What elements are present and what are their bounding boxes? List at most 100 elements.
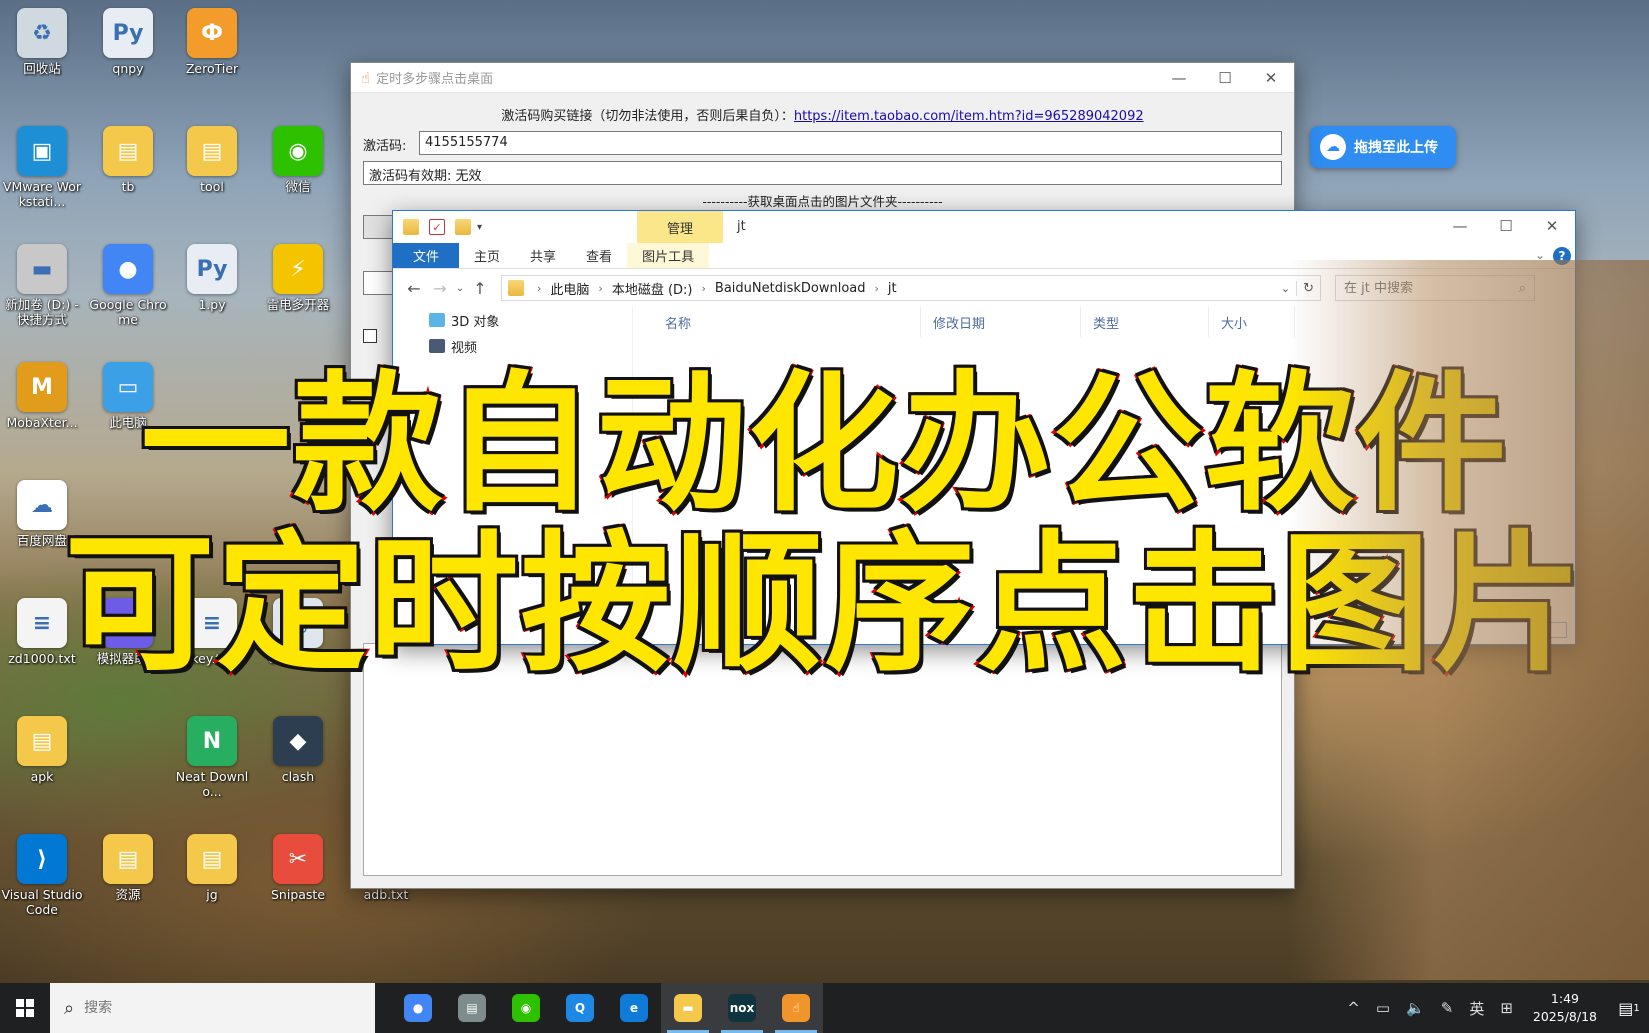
desktop-icon[interactable]: Ф ZeroTier [170,8,254,76]
wechat-icon: ◉ [512,994,540,1022]
properties-icon[interactable]: ✓ [429,219,445,235]
explorer-titlebar[interactable]: ✓ ▾ 管理 jt — ☐ ✕ [393,211,1575,243]
nav-item-videos[interactable]: 视频 [393,333,632,359]
close-button[interactable]: ✕ [1248,63,1294,93]
desktop-icon[interactable]: Py 1.py [170,244,254,312]
desktop-icon-label: 回收站 [23,61,61,76]
nav-item-3d-objects[interactable]: 3D 对象 [393,307,632,333]
tab-home[interactable]: 主页 [459,243,515,268]
app-titlebar[interactable]: ☝ 定时多步骤点击桌面 — ☐ ✕ [351,63,1294,93]
notification-count: 1 [1633,1002,1640,1014]
edge-icon: e [620,994,648,1022]
forward-arrow-icon[interactable]: → [427,279,453,298]
start-button[interactable] [0,983,50,1033]
recycle-bin-icon: ♻ [17,8,67,58]
taskbar-search[interactable]: ⌕ [50,983,375,1033]
cube-icon [429,313,445,327]
chrome-icon: ● [103,244,153,294]
ribbon-expand-icon[interactable]: ⌄ [1535,248,1545,262]
desktop-icon-label: 新加卷 (D:) - 快捷方式 [5,297,79,327]
volume-icon[interactable]: 🔈 [1406,999,1425,1017]
activation-code-input[interactable]: 4155155774 [419,131,1282,155]
new-folder-icon[interactable] [455,219,471,235]
search-input[interactable] [1344,280,1519,296]
desktop-icon[interactable]: N Neat Downlo... [170,716,254,799]
desktop-icon[interactable]: ▤ tb [86,126,170,194]
tab-picture-tools[interactable]: 图片工具 [627,243,710,268]
desktop-icon[interactable]: ● Google Chrome [86,244,170,327]
purchase-text: 激活码购买链接（切勿非法使用，否则后果自负）： [501,109,794,124]
taskbar-app-button[interactable]: ☝ [769,983,823,1033]
chrome-icon: ● [404,994,432,1022]
explorer-maximize-button[interactable]: ☐ [1483,211,1529,241]
ime-indicator[interactable]: 英 [1469,998,1484,1019]
python-file-icon: Py [103,8,153,58]
column-size[interactable]: 大小 [1209,307,1295,337]
back-arrow-icon[interactable]: ← [401,279,427,298]
manage-tab[interactable]: 管理 [637,211,723,243]
up-arrow-icon[interactable]: ↑ [467,279,493,298]
baidu-cloud-icon: ☁ [1320,134,1346,160]
desktop-icon[interactable]: ▤ jg [170,834,254,902]
breadcrumb-drive-d[interactable]: 本地磁盘 (D:) [612,279,693,298]
desktop-icon[interactable]: ⚡ 雷电多开器 [256,244,340,312]
desktop-icon[interactable]: ▤ 资源 [86,834,170,902]
explorer-close-button[interactable]: ✕ [1529,211,1575,241]
column-type[interactable]: 类型 [1081,307,1209,337]
quick-access-dropdown-icon[interactable]: ▾ [477,222,482,233]
taskbar-app-button[interactable]: ▤ [445,983,499,1033]
taskbar-app-button[interactable]: Q [553,983,607,1033]
clock-time: 1:49 [1550,991,1579,1006]
network-icon[interactable]: ▭ [1376,999,1390,1017]
desktop-icon[interactable]: ▬ 新加卷 (D:) - 快捷方式 [0,244,84,327]
minimize-button[interactable]: — [1156,63,1202,93]
clock[interactable]: 1:49 2025/8/18 [1533,990,1597,1026]
address-dropdown-icon[interactable]: ⌄ [1281,282,1290,295]
explorer-minimize-button[interactable]: — [1437,211,1483,241]
help-icon[interactable]: ? [1553,247,1571,265]
thumbnail-view-button[interactable] [1549,622,1567,638]
taskbar-search-input[interactable] [84,1000,335,1016]
snipaste-icon: ✂ [273,834,323,884]
option-checkbox[interactable] [363,329,377,343]
purchase-link[interactable]: https://item.taobao.com/item.htm?id=9652… [794,109,1144,124]
recent-dropdown-icon[interactable]: ⌄ [453,283,467,294]
details-view-button[interactable] [1527,622,1545,638]
desktop-icon[interactable]: ♻ 回收站 [0,8,84,76]
taskbar-app-button[interactable]: e [607,983,661,1033]
breadcrumb-baidu-download[interactable]: BaiduNetdiskDownload [715,281,866,296]
tab-file[interactable]: 文件 [393,243,460,268]
search-box[interactable]: ⌕ [1335,275,1535,301]
tab-view[interactable]: 查看 [571,243,627,268]
desktop-icon[interactable]: ◆ clash [256,716,340,784]
explorer-title: jt [737,219,746,234]
desktop-icon[interactable]: Py qnpy [86,8,170,76]
keyboard-layout-icon[interactable]: ⊞ [1500,999,1513,1017]
taskbar-apps: ● ▤ ◉ Qe ▬ nox ☝ [391,983,823,1033]
chevron-up-icon[interactable]: ^ [1347,999,1360,1017]
desktop-icon[interactable]: ◉ 微信 [256,126,340,194]
taskbar-app-button[interactable]: ◉ [499,983,553,1033]
desktop-icon[interactable]: ▣ VMware Workstati... [0,126,84,209]
breadcrumb-this-pc[interactable]: 此电脑 [550,279,589,298]
notification-center-button[interactable]: ▤ 1 [1609,983,1649,1033]
step-input[interactable] [363,271,393,295]
baidu-upload-float-button[interactable]: ☁ 拖拽至此上传 [1310,126,1456,168]
maximize-button[interactable]: ☐ [1202,63,1248,93]
taskbar-app-button[interactable]: ● [391,983,445,1033]
desktop-icon[interactable]: ✂ Snipaste [256,834,340,902]
column-modified[interactable]: 修改日期 [921,307,1081,337]
browse-folder-button[interactable] [363,215,393,239]
tab-share[interactable]: 共享 [515,243,571,268]
desktop-icon[interactable]: ⟩ Visual Studio Code [0,834,84,917]
pen-icon[interactable]: ✎ [1441,999,1454,1017]
taskbar-app-button[interactable]: ▬ [661,983,715,1033]
column-name[interactable]: 名称 [653,307,921,337]
desktop-icon[interactable]: ▤ apk [0,716,84,784]
qq-icon: Q [566,994,594,1022]
address-bar[interactable]: › 此电脑 › 本地磁盘 (D:) › BaiduNetdiskDownload… [501,275,1321,301]
desktop-icon[interactable]: ▤ tool [170,126,254,194]
breadcrumb-jt[interactable]: jt [888,281,897,296]
taskbar-app-button[interactable]: nox [715,983,769,1033]
refresh-icon[interactable]: ↻ [1296,280,1320,296]
